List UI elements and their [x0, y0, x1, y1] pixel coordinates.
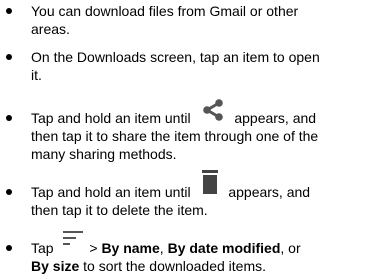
list-item-text: Tap and hold an item until appears, and … — [31, 169, 361, 219]
list-item-text: Tap and hold an item until appears, and … — [31, 99, 361, 163]
list-item-text: On the Downloads screen, tap an item to … — [31, 49, 320, 83]
list-item-text: You can download files from Gmail or oth… — [31, 3, 299, 37]
bullet-dot — [6, 245, 12, 251]
sort-icon — [63, 231, 84, 249]
bullet-dot — [6, 115, 12, 121]
bullet-dot — [6, 54, 12, 60]
list-item-text: Tap > By name, By date modified, or By s… — [31, 231, 361, 275]
bullet-dot — [6, 8, 12, 14]
trash-icon — [202, 169, 219, 198]
bullet-dot — [6, 189, 12, 195]
share-icon — [202, 99, 224, 125]
